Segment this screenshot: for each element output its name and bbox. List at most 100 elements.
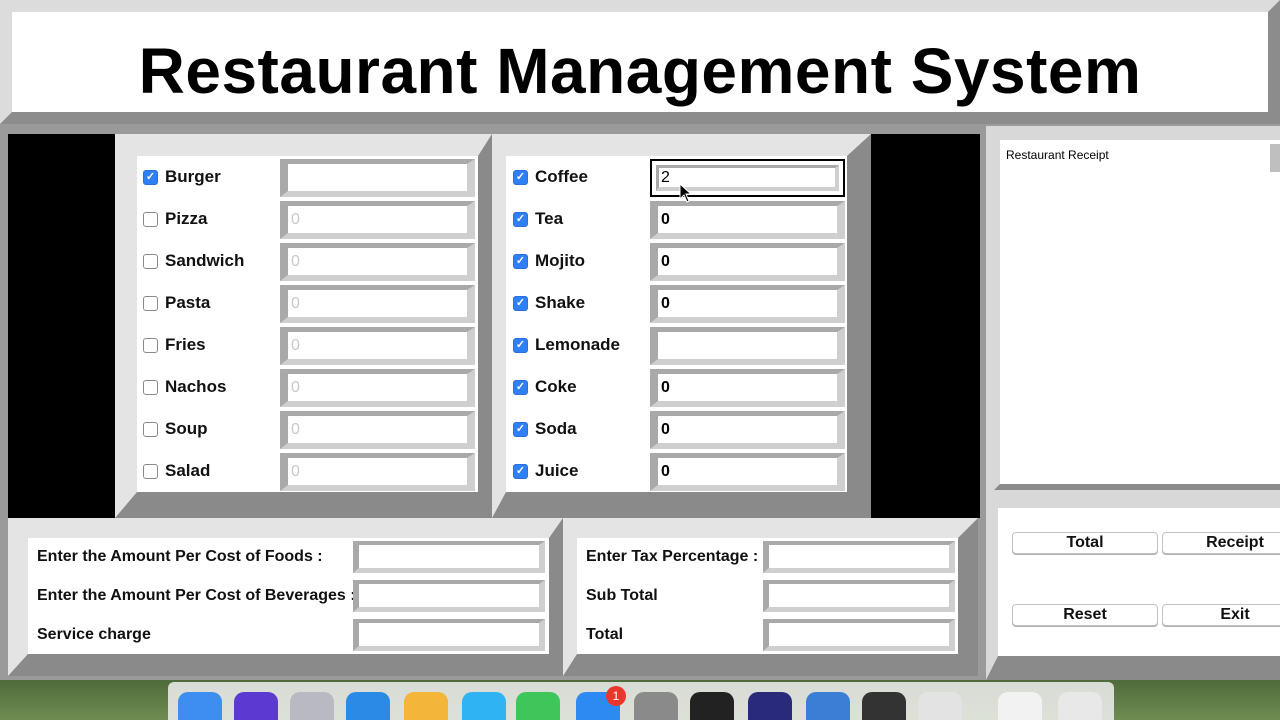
beverage-item-quantity-field[interactable] — [650, 453, 845, 491]
food-item-row: Nachos — [143, 373, 263, 403]
beverage-item-quantity-input[interactable] — [658, 332, 837, 359]
tax-total-label: Sub Total — [586, 587, 658, 604]
tax-total-field[interactable] — [763, 541, 955, 573]
beverage-item-row: ✓ Coffee — [513, 163, 633, 193]
exit-button[interactable]: Exit — [1162, 604, 1280, 626]
food-item-quantity-input[interactable] — [288, 416, 467, 443]
food-item-quantity-field[interactable] — [280, 327, 475, 365]
food-item-checkbox[interactable] — [143, 296, 158, 311]
photos-icon[interactable] — [404, 692, 448, 720]
food-item-quantity-field[interactable] — [280, 159, 475, 197]
beverage-item-checkbox[interactable]: ✓ — [513, 296, 528, 311]
preview-icon[interactable] — [998, 692, 1042, 720]
beverage-item-quantity-input[interactable] — [658, 458, 837, 485]
beverage-item-checkbox[interactable]: ✓ — [513, 212, 528, 227]
cost-input[interactable] — [359, 545, 539, 568]
food-item-checkbox[interactable]: ✓ — [143, 170, 158, 185]
tax-total-field[interactable] — [763, 580, 955, 612]
messages-icon[interactable] — [462, 692, 506, 720]
system-preferences-icon[interactable] — [634, 692, 678, 720]
beverage-item-quantity-field[interactable] — [650, 285, 845, 323]
trash-icon[interactable] — [1058, 692, 1102, 720]
tax-total-label: Total — [586, 626, 624, 643]
food-item-quantity-input[interactable] — [288, 206, 467, 233]
beverage-item-checkbox[interactable]: ✓ — [513, 170, 528, 185]
food-item-quantity-input[interactable] — [288, 332, 467, 359]
beverage-item-quantity-field[interactable] — [650, 369, 845, 407]
food-item-checkbox[interactable] — [143, 212, 158, 227]
beverage-item-checkbox[interactable]: ✓ — [513, 464, 528, 479]
beverage-item-quantity-input[interactable] — [658, 290, 837, 317]
beverage-item-checkbox[interactable]: ✓ — [513, 380, 528, 395]
eclipse-icon[interactable] — [748, 692, 792, 720]
cost-field[interactable] — [353, 580, 545, 612]
beverage-item-quantity-input[interactable] — [658, 206, 837, 233]
food-item-checkbox[interactable] — [143, 254, 158, 269]
food-item-quantity-input[interactable] — [288, 248, 467, 275]
food-item-quantity-field[interactable] — [280, 453, 475, 491]
food-item-quantity-field[interactable] — [280, 369, 475, 407]
beverage-item-row: ✓ Juice — [513, 457, 633, 487]
food-item-label: Sandwich — [165, 251, 245, 270]
app-title: Restaurant Management System — [138, 35, 1142, 107]
tax-total-field[interactable] — [763, 619, 955, 651]
food-item-quantity-field[interactable] — [280, 243, 475, 281]
food-item-quantity-field[interactable] — [280, 201, 475, 239]
food-item-quantity-input[interactable] — [288, 164, 467, 191]
food-item-label: Soup — [165, 419, 208, 438]
cost-input[interactable] — [359, 623, 539, 646]
finder-icon[interactable] — [178, 692, 222, 720]
beverage-item-quantity-field[interactable] — [650, 327, 845, 365]
food-item-row: Fries — [143, 331, 263, 361]
food-item-checkbox[interactable] — [143, 422, 158, 437]
pen-icon[interactable] — [918, 692, 962, 720]
beverage-item-quantity-field[interactable] — [650, 201, 845, 239]
food-item-quantity-input[interactable] — [288, 374, 467, 401]
total-button[interactable]: Total — [1012, 532, 1158, 554]
food-item-quantity-field[interactable] — [280, 411, 475, 449]
siri-icon[interactable] — [234, 692, 278, 720]
food-item-row: ✓ Burger — [143, 163, 263, 193]
food-item-label: Pasta — [165, 293, 211, 312]
food-item-quantity-input[interactable] — [288, 290, 467, 317]
food-item-checkbox[interactable] — [143, 380, 158, 395]
food-item-quantity-input[interactable] — [288, 458, 467, 485]
receipt-scrollbar[interactable] — [1270, 144, 1280, 172]
beverage-item-quantity-field[interactable] — [650, 411, 845, 449]
beverage-item-checkbox[interactable]: ✓ — [513, 422, 528, 437]
cost-input[interactable] — [359, 584, 539, 607]
beverage-item-quantity-field[interactable] — [650, 243, 845, 281]
app-store-badge: 1 — [606, 686, 626, 706]
food-item-quantity-field[interactable] — [280, 285, 475, 323]
beverage-item-checkbox[interactable]: ✓ — [513, 338, 528, 353]
beverage-item-quantity-input[interactable] — [658, 374, 837, 401]
keynote-icon[interactable] — [806, 692, 850, 720]
food-item-row: Salad — [143, 457, 263, 487]
food-item-checkbox[interactable] — [143, 338, 158, 353]
quicktime-icon[interactable] — [862, 692, 906, 720]
receipt-button[interactable]: Receipt — [1162, 532, 1280, 554]
receipt-panel: Restaurant Receipt — [986, 126, 1280, 498]
safari-icon[interactable] — [346, 692, 390, 720]
terminal-icon[interactable] — [690, 692, 734, 720]
facetime-icon[interactable] — [516, 692, 560, 720]
food-item-row: Pizza — [143, 205, 263, 235]
cost-label: Enter the Amount Per Cost of Foods : — [37, 548, 323, 565]
cost-field[interactable] — [353, 619, 545, 651]
reset-button[interactable]: Reset — [1012, 604, 1158, 626]
food-item-label: Salad — [165, 461, 211, 480]
beverage-item-checkbox[interactable]: ✓ — [513, 254, 528, 269]
beverage-item-label: Tea — [535, 209, 564, 228]
tax-total-input[interactable] — [769, 545, 949, 568]
beverage-item-row: ✓ Coke — [513, 373, 633, 403]
launchpad-icon[interactable] — [290, 692, 334, 720]
tax-total-input[interactable] — [769, 623, 949, 646]
title-panel: Restaurant Management System — [0, 0, 1280, 124]
beverage-item-quantity-input[interactable] — [658, 248, 837, 275]
cost-field[interactable] — [353, 541, 545, 573]
tax-total-input[interactable] — [769, 584, 949, 607]
receipt-text[interactable]: Restaurant Receipt — [1006, 148, 1109, 162]
beverage-item-quantity-input[interactable] — [658, 416, 837, 443]
food-item-checkbox[interactable] — [143, 464, 158, 479]
beverage-item-row: ✓ Tea — [513, 205, 633, 235]
